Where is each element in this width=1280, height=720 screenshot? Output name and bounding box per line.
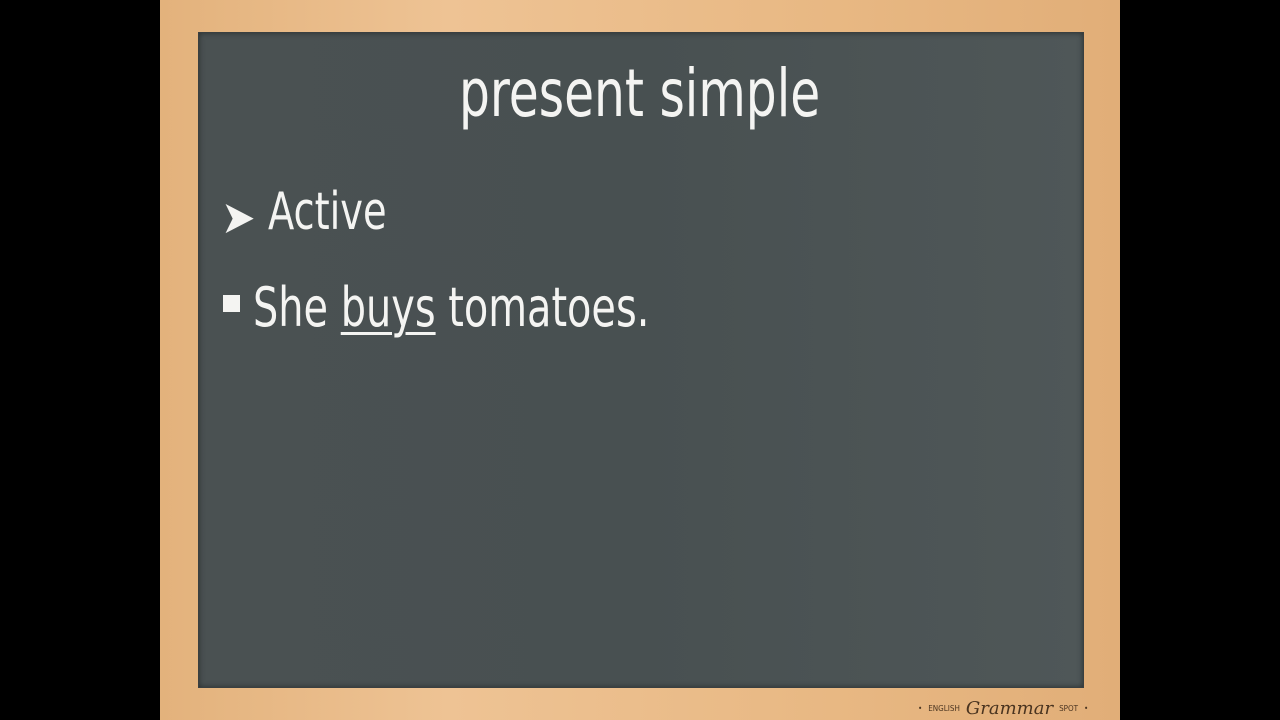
slide-title: present simple (459, 55, 821, 132)
logo-left: ENGLISH (928, 704, 960, 713)
logo-main: Grammar (965, 698, 1054, 719)
sentence-end: tomatoes. (435, 276, 650, 339)
arrowhead-bullet-icon: ➤ (221, 190, 256, 244)
section-heading: Active (268, 182, 387, 242)
logo: • ENGLISH Grammar SPOT • (918, 698, 1089, 719)
example-sentence: She buys tomatoes. (253, 276, 649, 339)
sentence-start: She (253, 276, 341, 339)
logo-right: SPOT (1059, 704, 1079, 713)
highlighted-verb: buys (340, 276, 436, 339)
square-bullet-icon (223, 295, 240, 312)
